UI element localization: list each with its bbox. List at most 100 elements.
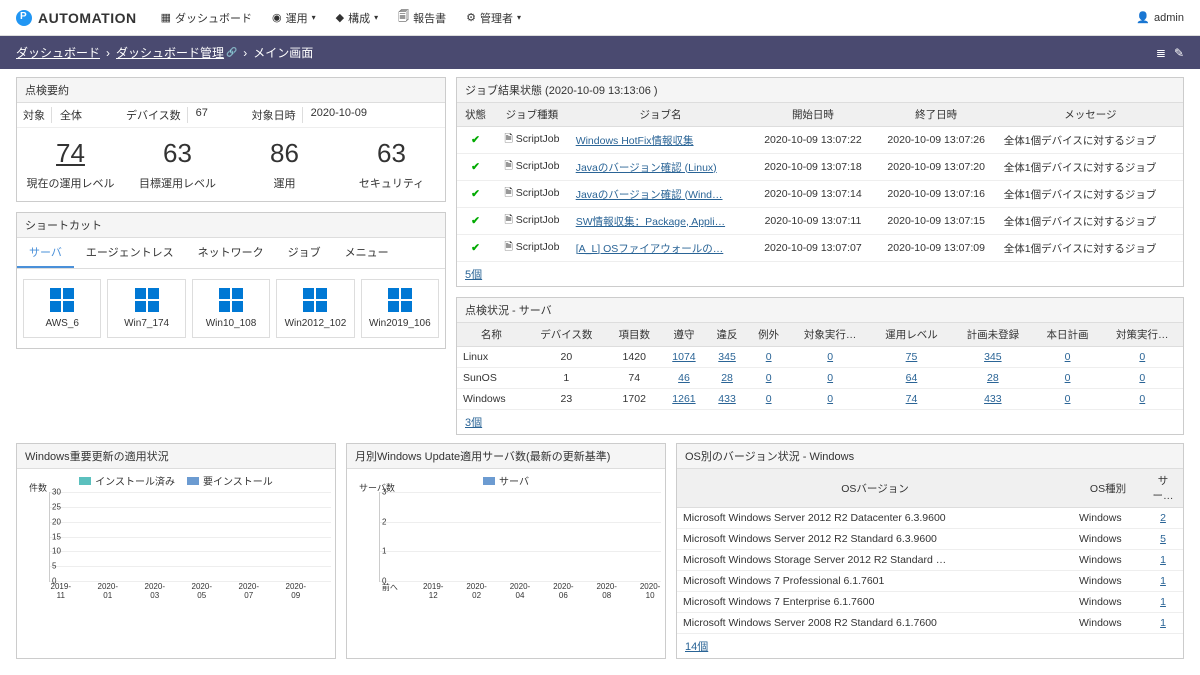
shortcut-title: ショートカット (17, 213, 445, 238)
count-link[interactable]: 0 (827, 393, 833, 405)
count-link[interactable]: 1 (1160, 596, 1166, 608)
th-target-exec[interactable]: 対象実行… (789, 323, 870, 347)
th-msg[interactable]: メッセージ (998, 103, 1183, 127)
nav-config-label: 構成 (348, 10, 370, 26)
th-unreg[interactable]: 計画未登録 (952, 323, 1033, 347)
inspect-footer[interactable]: 3個 (457, 410, 490, 434)
count-link[interactable]: 46 (678, 372, 690, 384)
user-name: admin (1154, 12, 1184, 24)
breadcrumb-dashboard[interactable]: ダッシュボード (16, 44, 100, 61)
tab-network[interactable]: ネットワーク (186, 238, 276, 268)
count-link[interactable]: 0 (827, 372, 833, 384)
shortcut-item[interactable]: Win10_108 (192, 279, 270, 338)
edit-icon[interactable]: ✎ (1174, 46, 1184, 60)
count-link[interactable]: 64 (906, 372, 918, 384)
nav-admin[interactable]: ⚙ 管理者 ▾ (466, 8, 521, 27)
th-srv[interactable]: サー… (1143, 469, 1183, 508)
count-link[interactable]: 75 (906, 351, 918, 363)
th-end[interactable]: 終了日時 (875, 103, 998, 127)
th-devices[interactable]: デバイス数 (526, 323, 607, 347)
th-oplvl[interactable]: 運用レベル (871, 323, 952, 347)
tab-server[interactable]: サーバ (17, 238, 74, 268)
shortcut-item[interactable]: Win2019_106 (361, 279, 439, 338)
brand: AUTOMATION (16, 10, 137, 26)
count-link[interactable]: 1 (1160, 575, 1166, 587)
inspect-panel: 点検状況 - サーバ 名称 デバイス数 項目数 遵守 違反 例外 対象実行… 運… (456, 297, 1184, 435)
count-link[interactable]: 1 (1160, 554, 1166, 566)
count-link[interactable]: 0 (1065, 351, 1071, 363)
th-ostype[interactable]: OS種別 (1073, 469, 1143, 508)
chart2: サーバサーバ数0123前へ2019-122020-022020-042020-0… (347, 469, 665, 599)
user-menu[interactable]: 👤 admin (1136, 11, 1184, 24)
count-link[interactable]: 0 (1139, 351, 1145, 363)
shortcut-item[interactable]: Win7_174 (107, 279, 185, 338)
th-name[interactable]: ジョブ名 (570, 103, 752, 127)
th-osver[interactable]: OSバージョン (677, 469, 1073, 508)
count-link[interactable]: 0 (766, 393, 772, 405)
table-row: SunOS174462800642800 (457, 368, 1183, 389)
status-ok-icon: ✔ (471, 161, 480, 173)
doc-icon: 🗎 (504, 160, 512, 172)
th-status[interactable]: 状態 (457, 103, 494, 127)
tab-job[interactable]: ジョブ (276, 238, 333, 268)
jobresult-footer[interactable]: 5個 (457, 262, 490, 286)
job-link[interactable]: Windows HotFix情報収集 (576, 135, 694, 147)
job-link[interactable]: Javaのバージョン確認 (Linux) (576, 162, 717, 174)
count-link[interactable]: 0 (766, 351, 772, 363)
shortcut-item[interactable]: AWS_6 (23, 279, 101, 338)
ospanel-footer[interactable]: 14個 (677, 634, 716, 658)
count-link[interactable]: 5 (1160, 533, 1166, 545)
count-link[interactable]: 0 (766, 372, 772, 384)
count-link[interactable]: 1 (1160, 617, 1166, 629)
tab-menu[interactable]: メニュー (333, 238, 401, 268)
th-target-exec2[interactable]: 対策実行… (1102, 323, 1183, 347)
count-link[interactable]: 0 (1065, 372, 1071, 384)
count-link[interactable]: 28 (721, 372, 733, 384)
th-violate[interactable]: 違反 (706, 323, 748, 347)
shortcut-label: Win2012_102 (279, 318, 351, 329)
table-row: ✔🗎 ScriptJobJavaのバージョン確認 (Linux)2020-10-… (457, 154, 1183, 181)
th-today[interactable]: 本日計画 (1034, 323, 1102, 347)
nav-dashboard[interactable]: ▦ ダッシュボード (161, 8, 252, 27)
job-link[interactable]: Javaのバージョン確認 (Wind… (576, 189, 723, 201)
count-link[interactable]: 433 (984, 393, 1002, 405)
job-link[interactable]: [A_L] OSファイアウォールの… (576, 243, 724, 255)
nav-config[interactable]: ◆ 構成 ▾ (336, 8, 378, 27)
tab-agentless[interactable]: エージェントレス (74, 238, 186, 268)
job-link[interactable]: SW情報収集：Package, Appli… (576, 216, 725, 228)
count-link[interactable]: 433 (718, 393, 736, 405)
list-icon[interactable]: ≣ (1156, 46, 1166, 60)
count-link[interactable]: 1074 (672, 351, 695, 363)
count-link[interactable]: 28 (987, 372, 999, 384)
ospanel: OS別のバージョン状況 - Windows OSバージョン OS種別 サー… M… (676, 443, 1184, 659)
chart2-title: 月別Windows Update適用サーバ数(最新の更新基準) (347, 444, 665, 469)
th-items[interactable]: 項目数 (607, 323, 662, 347)
count-link[interactable]: 0 (1065, 393, 1071, 405)
th-except[interactable]: 例外 (748, 323, 790, 347)
chart-panel-2: 月別Windows Update適用サーバ数(最新の更新基準) サーバサーバ数0… (346, 443, 666, 659)
th-comply[interactable]: 遵守 (662, 323, 707, 347)
count-link[interactable]: 345 (984, 351, 1002, 363)
user-icon: 👤 (1136, 11, 1150, 24)
th-name[interactable]: 名称 (457, 323, 526, 347)
shortcut-tabs: サーバ エージェントレス ネットワーク ジョブ メニュー (17, 238, 445, 269)
breadcrumb-manage[interactable]: ダッシュボード管理 (116, 44, 224, 61)
caret-icon: ▾ (517, 13, 521, 22)
shortcut-label: Win2019_106 (364, 318, 436, 329)
count-link[interactable]: 0 (1139, 393, 1145, 405)
th-start[interactable]: 開始日時 (751, 103, 874, 127)
nav-operation-label: 運用 (286, 10, 308, 26)
count-link[interactable]: 74 (906, 393, 918, 405)
nav-report[interactable]: 🗐 報告書 (398, 8, 446, 27)
th-type[interactable]: ジョブ種類 (494, 103, 570, 127)
windows-icon (388, 288, 412, 312)
metric-security: 63 セキュリティ (338, 128, 445, 201)
count-link[interactable]: 0 (827, 351, 833, 363)
count-link[interactable]: 2 (1160, 512, 1166, 524)
count-link[interactable]: 0 (1139, 372, 1145, 384)
count-link[interactable]: 345 (718, 351, 736, 363)
shortcut-item[interactable]: Win2012_102 (276, 279, 354, 338)
count-link[interactable]: 1261 (672, 393, 695, 405)
nav-operation[interactable]: ◉ 運用 ▾ (272, 8, 316, 27)
metrics-row: 74 現在の運用レベル 63 目標運用レベル 86 運用 63 セキュリティ (17, 128, 445, 201)
